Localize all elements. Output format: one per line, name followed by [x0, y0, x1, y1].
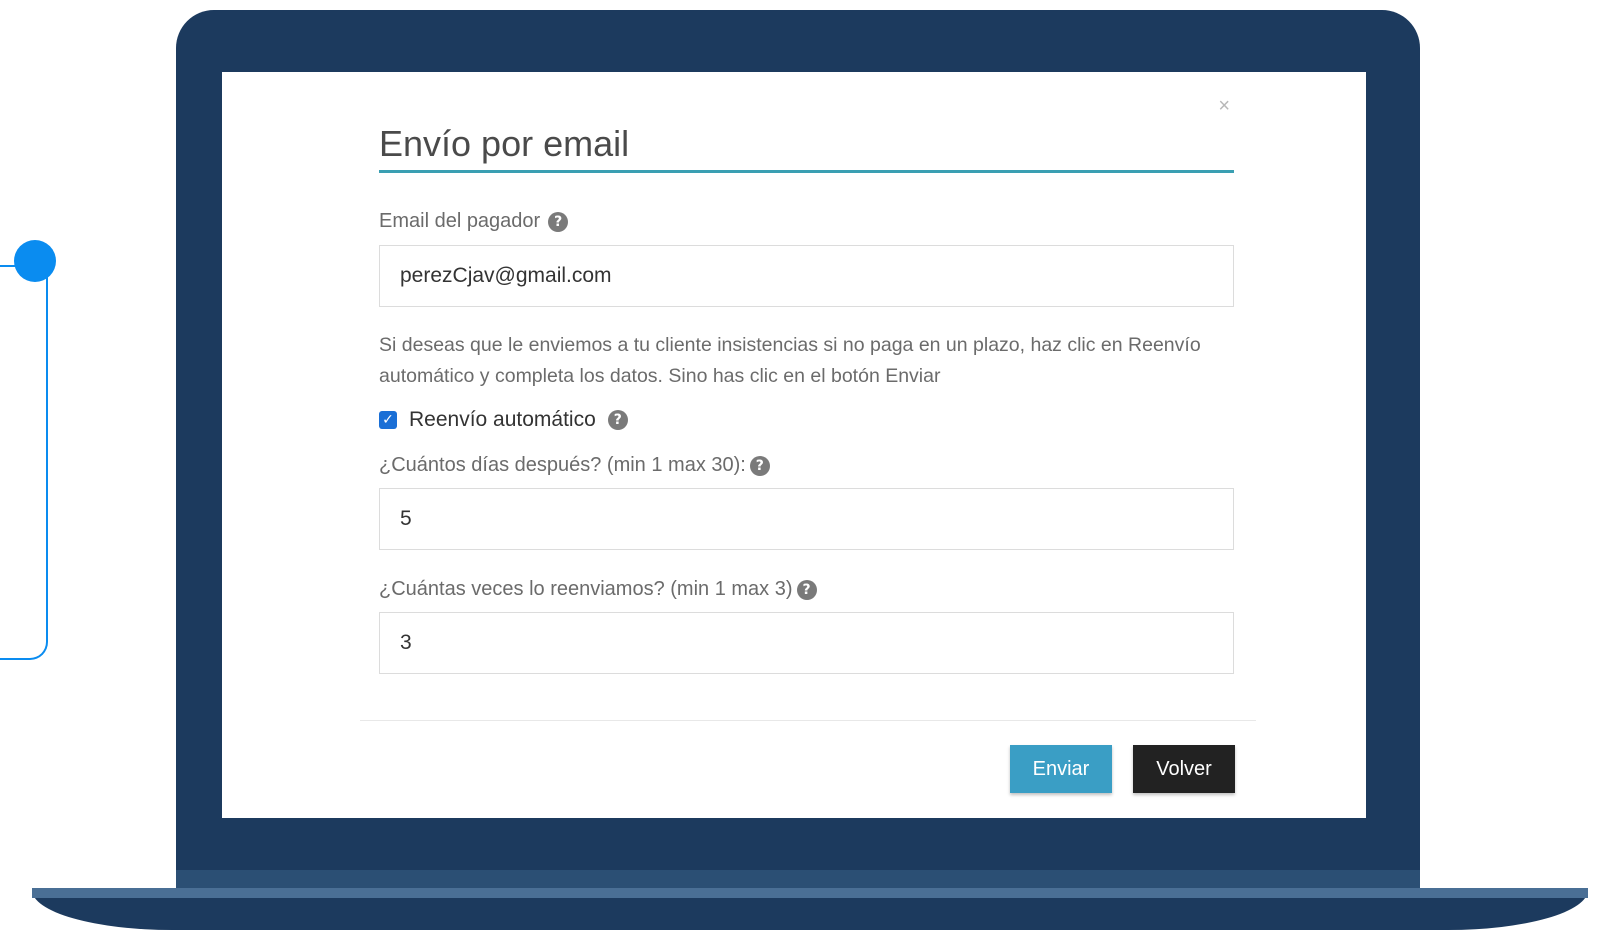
modal-title: Envío por email: [379, 122, 1234, 173]
close-icon[interactable]: ×: [1218, 96, 1230, 116]
laptop-base-edge: [32, 888, 1588, 898]
auto-resend-checkbox-row[interactable]: ✓ Reenvío automático ?: [379, 408, 628, 432]
question-circle-icon[interactable]: ?: [749, 455, 770, 476]
email-label-row: Email del pagador ?: [379, 210, 569, 233]
decorative-connector-dot: [14, 240, 56, 282]
page: × Envío por email Email del pagador ? Si…: [0, 0, 1599, 930]
days-after-input[interactable]: [379, 488, 1234, 550]
laptop-screen: × Envío por email Email del pagador ? Si…: [222, 72, 1366, 818]
times-label-row: ¿Cuántas veces lo reenviamos? (min 1 max…: [379, 578, 817, 601]
email-label: Email del pagador: [379, 210, 541, 232]
decorative-connector-line: [0, 265, 48, 660]
question-circle-icon[interactable]: ?: [796, 579, 817, 600]
auto-resend-label: Reenvío automático: [409, 408, 596, 431]
back-button[interactable]: Volver: [1133, 745, 1235, 793]
resend-times-input[interactable]: [379, 612, 1234, 674]
question-circle-icon[interactable]: ?: [548, 211, 569, 232]
payer-email-input[interactable]: [379, 245, 1234, 307]
days-label: ¿Cuántos días después? (min 1 max 30):: [379, 454, 746, 476]
footer-divider: [360, 720, 1256, 721]
times-label: ¿Cuántas veces lo reenviamos? (min 1 max…: [379, 578, 793, 600]
auto-resend-info-text: Si deseas que le enviemos a tu cliente i…: [379, 334, 1201, 387]
days-label-row: ¿Cuántos días después? (min 1 max 30): ?: [379, 454, 770, 477]
send-button[interactable]: Enviar: [1010, 745, 1112, 793]
auto-resend-checkbox[interactable]: ✓: [379, 411, 397, 429]
question-circle-icon[interactable]: ?: [607, 410, 628, 430]
